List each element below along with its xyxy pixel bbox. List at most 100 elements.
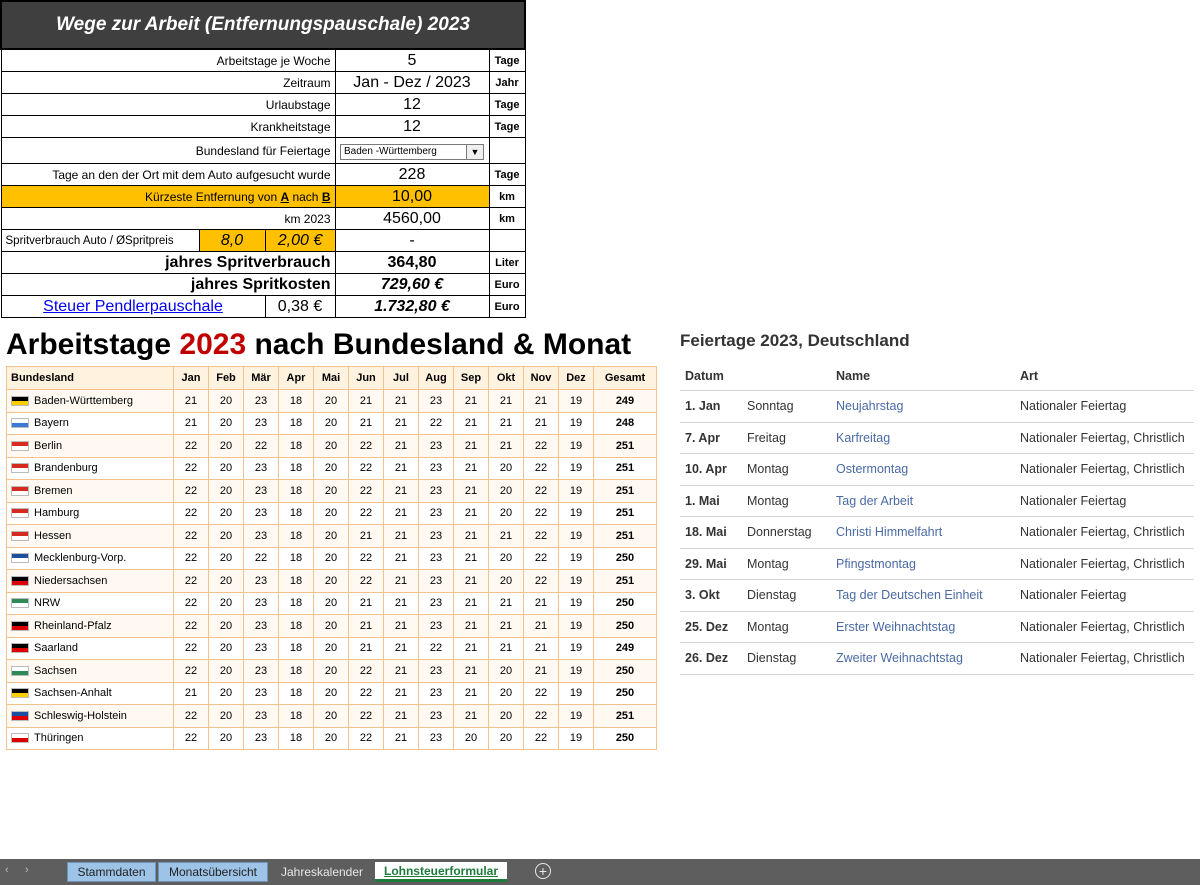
month-cell: 18	[278, 501, 314, 525]
month-cell: 18	[278, 614, 314, 638]
month-cell: 21	[383, 726, 419, 750]
unit-tage-auto: Tage	[488, 163, 526, 186]
pendlerpauschale-link[interactable]: Steuer Pendlerpauschale	[0, 295, 266, 318]
state-flag-icon	[11, 710, 29, 721]
month-cell: 21	[383, 456, 419, 480]
month-cell: 23	[243, 659, 279, 683]
dropdown-arrow-icon[interactable]: ▼	[466, 144, 483, 159]
cell-urlaubstage[interactable]: 12	[334, 93, 490, 116]
col-header: Apr	[278, 366, 314, 390]
month-cell: 20	[488, 726, 524, 750]
total-cell: 249	[593, 636, 657, 660]
holiday-type: Nationaler Feiertag, Christlich	[1015, 453, 1194, 486]
month-cell: 20	[313, 546, 349, 570]
unit-entfernung: km	[488, 185, 526, 208]
list-item: 26. Dez Dienstag Zweiter Weihnachtstag Nati…	[680, 642, 1194, 675]
holiday-name[interactable]: Erster Weihnachtstag	[831, 611, 1015, 643]
holiday-name[interactable]: Pfingstmontag	[831, 548, 1015, 580]
month-cell: 21	[383, 434, 419, 458]
cell-spritpreis[interactable]: 2,00 €	[264, 229, 336, 252]
unit-urlaubstage: Tage	[488, 93, 526, 116]
month-cell: 21	[383, 546, 419, 570]
add-sheet-icon[interactable]: +	[535, 863, 551, 879]
month-cell: 20	[488, 659, 524, 683]
month-cell: 22	[173, 636, 209, 660]
arbeitstage-title-post: nach Bundesland & Monat	[246, 328, 632, 361]
tab-jahreskalender[interactable]: Jahreskalender	[272, 862, 372, 882]
bundesland-dropdown[interactable]: Baden -Württemberg ▼	[340, 143, 484, 160]
label-krankheitstage: Krankheitstage	[0, 115, 336, 138]
month-cell: 20	[208, 389, 244, 413]
month-cell: 18	[278, 704, 314, 728]
month-cell: 22	[418, 411, 454, 435]
month-cell: 22	[348, 546, 384, 570]
month-cell: 22	[348, 456, 384, 480]
state-cell: Hessen	[6, 524, 174, 548]
holiday-name[interactable]: Neujahrstag	[831, 390, 1015, 423]
month-cell: 18	[278, 569, 314, 593]
month-cell: 21	[383, 659, 419, 683]
tab-scroll-left-icon[interactable]: ‹	[5, 864, 9, 876]
arbeitstage-header-row: Bundesland Jan Feb Mär Apr Mai Jun Jul Aug Sep Okt…	[6, 366, 657, 390]
state-name: Schleswig-Holstein	[34, 709, 127, 722]
cell-entfernung[interactable]: 10,00	[334, 185, 490, 208]
holiday-weekday: Sonntag	[742, 390, 831, 423]
table-row: Saarland 22 20 23 18 20 21 21 22 21 21 21 19 249	[6, 636, 657, 660]
month-cell: 20	[488, 456, 524, 480]
holiday-name[interactable]: Ostermontag	[831, 453, 1015, 486]
month-cell: 23	[243, 456, 279, 480]
holiday-weekday: Montag	[742, 453, 831, 486]
month-cell: 23	[243, 726, 279, 750]
state-flag-icon	[11, 485, 29, 496]
month-cell: 20	[208, 501, 244, 525]
row-liter: jahres Spritverbrauch 364,80 Liter	[0, 251, 526, 274]
table-row: Brandenburg 22 20 23 18 20 22 21 23 21 20 22 19 251	[6, 456, 657, 480]
col-header: Dez	[558, 366, 594, 390]
holiday-name[interactable]: Tag der Arbeit	[831, 485, 1015, 517]
row-pendler: Steuer Pendlerpauschale 0,38 € 1.732,80 …	[0, 295, 526, 318]
tab-monatsuebersicht[interactable]: Monatsübersicht	[158, 862, 268, 882]
holiday-name[interactable]: Tag der Deutschen Einheit	[831, 579, 1015, 612]
month-cell: 20	[313, 411, 349, 435]
cell-kosten: 729,60 €	[334, 273, 490, 296]
month-cell: 20	[313, 524, 349, 548]
state-name: Berlin	[34, 439, 63, 452]
state-flag-icon	[11, 688, 29, 699]
holiday-type: Nationaler Feiertag, Christlich	[1015, 422, 1194, 454]
month-cell: 22	[173, 569, 209, 593]
label-km: km 2023	[0, 207, 336, 230]
month-cell: 20	[208, 569, 244, 593]
state-name: NRW	[34, 597, 61, 610]
col-header: Jan	[173, 366, 209, 390]
month-cell: 21	[383, 636, 419, 660]
holiday-date: 26. Dez	[680, 642, 742, 675]
feiertage-title: Feiertage 2023, Deutschland	[680, 331, 910, 350]
total-cell: 251	[593, 456, 657, 480]
holiday-name[interactable]: Karfreitag	[831, 422, 1015, 454]
cell-liter: 364,80	[334, 251, 490, 274]
month-cell: 19	[558, 636, 594, 660]
holiday-name[interactable]: Christi Himmelfahrt	[831, 516, 1015, 549]
state-cell: Bayern	[6, 411, 174, 435]
month-cell: 21	[453, 614, 489, 638]
tab-stammdaten[interactable]: Stammdaten	[67, 862, 156, 882]
month-cell: 20	[453, 726, 489, 750]
month-cell: 21	[488, 434, 524, 458]
table-row: Schleswig-Holstein 22 20 23 18 20 22 21 23 21 20 22…	[6, 704, 657, 728]
cell-krankheitstage[interactable]: 12	[334, 115, 490, 138]
cell-spritverbrauch[interactable]: 8,0	[198, 229, 266, 252]
table-row: Sachsen-Anhalt 21 20 23 18 20 22 21 23 21 20 22 19 25…	[6, 681, 657, 705]
col-header: Datum	[680, 362, 742, 391]
cell-zeitraum[interactable]: Jan - Dez / 2023	[334, 71, 490, 94]
cell-arbeitstage[interactable]: 5	[334, 48, 490, 72]
tab-lohnsteuerformular[interactable]: Lohnsteuerformular	[375, 862, 507, 882]
month-cell: 21	[523, 411, 559, 435]
row-urlaubstage: Urlaubstage 12 Tage	[0, 93, 526, 116]
holiday-date: 1. Jan	[680, 390, 742, 423]
month-cell: 23	[243, 479, 279, 503]
state-flag-icon	[11, 440, 29, 451]
holiday-name[interactable]: Zweiter Weihnachtstag	[831, 642, 1015, 675]
month-cell: 21	[348, 591, 384, 615]
tab-scroll-right-icon[interactable]: ›	[25, 864, 29, 876]
month-cell: 21	[488, 389, 524, 413]
